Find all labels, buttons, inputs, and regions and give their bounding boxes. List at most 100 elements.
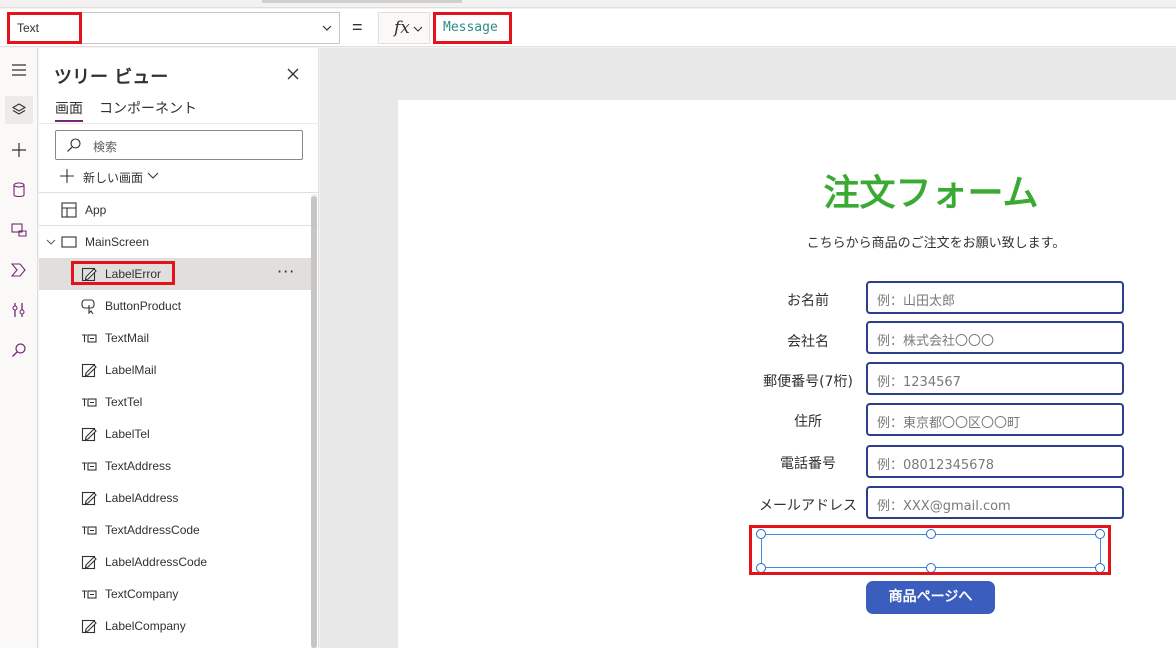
tree-node-control[interactable]: LabelMail xyxy=(39,354,311,386)
scrollbar-thumb[interactable] xyxy=(311,196,317,648)
fx-label: fx xyxy=(394,18,410,38)
label-icon xyxy=(81,618,97,634)
tree-node-label: TextMail xyxy=(105,331,150,345)
equals-sign: = xyxy=(352,17,363,37)
tree-node-label: TextCompany xyxy=(105,587,179,601)
tools-icon[interactable] xyxy=(5,296,33,324)
postal-code-placeholder: 例：1234567 xyxy=(877,375,961,390)
text-input-icon xyxy=(81,458,97,474)
tree-node-control[interactable]: LabelError ··· xyxy=(39,258,311,290)
tree-node-label: LabelCompany xyxy=(105,619,186,633)
tree-node-control[interactable]: TextMail xyxy=(39,322,311,354)
tree-node-label: TextAddressCode xyxy=(105,523,200,537)
property-value: Text xyxy=(17,21,40,35)
company-placeholder: 例：株式会社〇〇〇 xyxy=(877,334,995,349)
address-input[interactable]: 例：東京都〇〇区〇〇町 xyxy=(866,403,1124,436)
resize-handle[interactable] xyxy=(926,563,936,573)
chevron-down-icon xyxy=(147,172,159,179)
tree-node-label: ButtonProduct xyxy=(105,299,182,313)
text-input-icon xyxy=(81,394,97,410)
tree-node-control[interactable]: ButtonProduct xyxy=(39,290,311,322)
search-icon[interactable] xyxy=(5,336,33,364)
database-icon[interactable] xyxy=(5,176,33,204)
tree-node-label: LabelMail xyxy=(105,363,157,377)
tab-screens[interactable]: 画面 xyxy=(55,98,83,122)
label-icon xyxy=(81,362,97,378)
label-icon xyxy=(81,554,97,570)
text-input-icon xyxy=(81,330,97,346)
phone-placeholder: 例：08012345678 xyxy=(877,458,994,473)
name-placeholder: 例：山田太郎 xyxy=(877,294,956,309)
more-options-icon[interactable]: ··· xyxy=(277,262,295,281)
resize-handle[interactable] xyxy=(756,529,766,539)
formula-bar: Text = fx Message xyxy=(0,9,1176,47)
power-automate-icon[interactable] xyxy=(5,256,33,284)
tab-components[interactable]: コンポーネント xyxy=(99,98,197,118)
tree-node-control[interactable]: LabelCompany xyxy=(39,610,311,642)
resize-handle[interactable] xyxy=(1095,529,1105,539)
name-input[interactable]: 例：山田太郎 xyxy=(866,281,1124,314)
address-placeholder: 例：東京都〇〇区〇〇町 xyxy=(877,416,1021,431)
tree-node-control[interactable]: TextTel xyxy=(39,386,311,418)
address-label: 住所 xyxy=(794,414,822,430)
text-input-icon xyxy=(81,586,97,602)
email-input[interactable]: 例：XXX@gmail.com xyxy=(866,486,1124,519)
app-icon xyxy=(61,202,77,218)
tree-node-label: LabelAddress xyxy=(105,491,179,505)
chevron-down-icon xyxy=(413,26,423,32)
hamburger-icon[interactable] xyxy=(5,56,33,84)
name-label: お名前 xyxy=(787,293,829,309)
postal-code-label: 郵便番号(7桁) xyxy=(763,374,853,390)
chevron-down-icon xyxy=(46,239,56,245)
tree-node-control[interactable]: TextAddressCode xyxy=(39,514,311,546)
label-icon xyxy=(81,490,97,506)
form-subtitle: こちらから商品のご注文をお願い致します。 xyxy=(806,236,1066,251)
phone-input[interactable]: 例：08012345678 xyxy=(866,445,1124,478)
button-icon xyxy=(81,298,97,315)
app-screen: 注文フォーム こちらから商品のご注文をお願い致します。 お名前 例：山田太郎 会… xyxy=(398,100,1176,648)
label-icon xyxy=(81,266,97,282)
search-icon xyxy=(67,138,81,152)
tree-node-control[interactable]: TextAddress xyxy=(39,450,311,482)
close-icon[interactable] xyxy=(285,66,301,82)
tree-node-mainscreen[interactable]: MainScreen xyxy=(39,226,311,258)
tree-search-input[interactable]: 検索 xyxy=(55,130,303,160)
top-strip xyxy=(0,0,1176,8)
fx-button[interactable]: fx xyxy=(378,12,430,44)
email-label: メールアドレス xyxy=(759,498,857,514)
tree-node-app[interactable]: App xyxy=(39,194,311,226)
formula-text: Message xyxy=(443,20,498,35)
tree-node-control[interactable]: LabelAddress xyxy=(39,482,311,514)
phone-label: 電話番号 xyxy=(780,456,836,472)
text-input-icon xyxy=(81,522,97,538)
tree-node-label: TextTel xyxy=(105,395,143,409)
tree-view-title: ツリー ビュー xyxy=(54,67,169,88)
screen-icon xyxy=(61,236,77,248)
tree-node-label: TextAddress xyxy=(105,459,172,473)
resize-handle[interactable] xyxy=(756,563,766,573)
postal-code-input[interactable]: 例：1234567 xyxy=(866,362,1124,395)
tree-node-label: LabelError xyxy=(105,267,162,281)
tree-node-control[interactable]: LabelTel xyxy=(39,418,311,450)
tree-node-label: LabelTel xyxy=(105,427,150,441)
company-input[interactable]: 例：株式会社〇〇〇 xyxy=(866,321,1124,354)
plus-icon xyxy=(60,169,74,183)
tree-view-panel: ツリー ビュー 画面 コンポーネント 検索 新しい画面 App MainScre… xyxy=(39,48,319,648)
tabs-divider xyxy=(39,123,319,124)
chevron-down-icon xyxy=(322,25,332,31)
formula-input[interactable]: Message xyxy=(436,12,1176,44)
resize-handle[interactable] xyxy=(926,529,936,539)
layers-icon[interactable] xyxy=(5,96,33,124)
form-title: 注文フォーム xyxy=(823,173,1039,214)
tree-node-control[interactable]: TextCompany xyxy=(39,578,311,610)
plus-icon[interactable] xyxy=(5,136,33,164)
media-icon[interactable] xyxy=(5,216,33,244)
tree-node-label: App xyxy=(85,203,107,217)
tree-divider xyxy=(39,192,319,193)
company-label: 会社名 xyxy=(787,334,829,350)
resize-handle[interactable] xyxy=(1095,563,1105,573)
product-page-button[interactable]: 商品ページへ xyxy=(866,581,995,614)
property-dropdown[interactable]: Text xyxy=(7,12,340,44)
tree-node-control[interactable]: LabelAddressCode xyxy=(39,546,311,578)
new-screen-label: 新しい画面 xyxy=(83,171,144,185)
